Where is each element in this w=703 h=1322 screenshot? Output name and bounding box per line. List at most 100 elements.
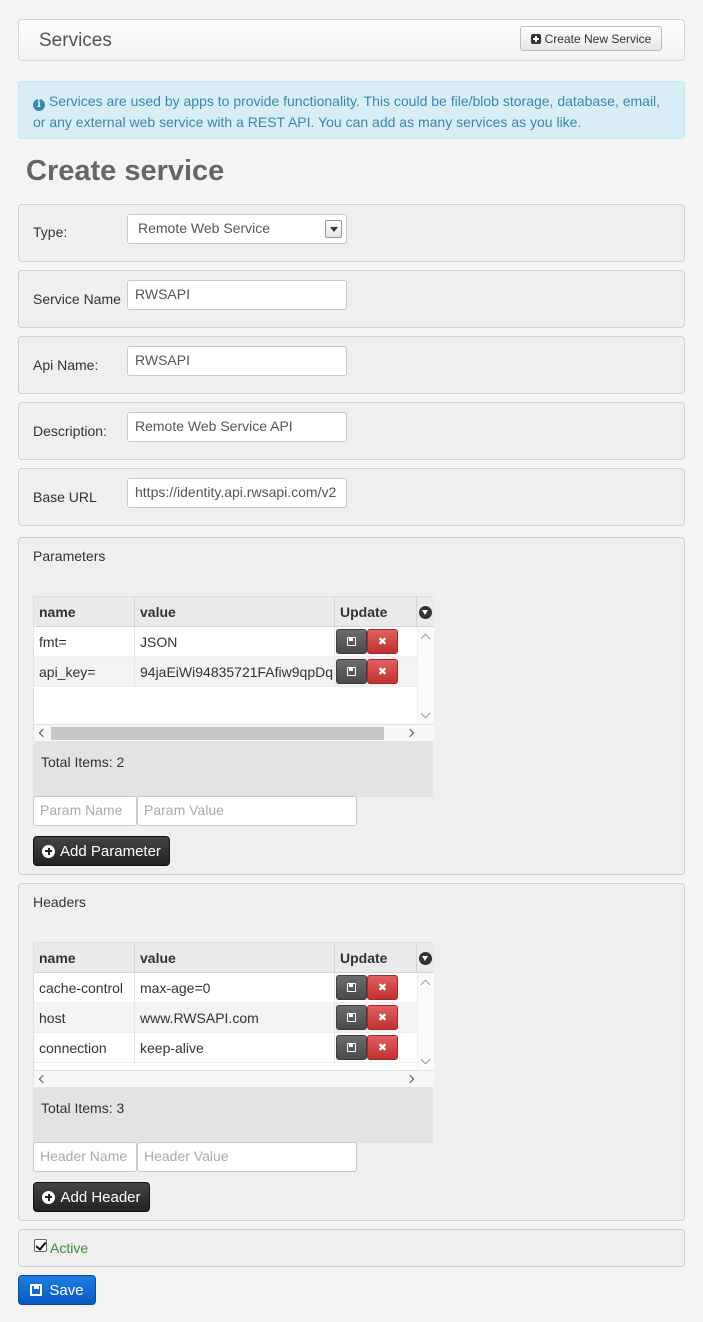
- horizontal-scrollbar[interactable]: [34, 724, 434, 741]
- column-menu-icon[interactable]: [419, 952, 432, 965]
- grid-header: name value Update: [34, 943, 434, 973]
- column-header-name[interactable]: name: [34, 597, 135, 627]
- column-header-update[interactable]: Update: [335, 943, 417, 973]
- plus-circle-icon: [42, 844, 56, 858]
- save-row-button[interactable]: [336, 629, 367, 654]
- param-value-input[interactable]: Param Value: [137, 796, 357, 826]
- table-row: cache-control max-age=0 ✖: [34, 973, 417, 1003]
- services-header-bar: Services Create New Service: [18, 19, 685, 61]
- floppy-disk-icon: [347, 1043, 356, 1052]
- header-name-input[interactable]: Header Name: [33, 1142, 137, 1172]
- save-row-button[interactable]: [336, 1005, 367, 1030]
- delete-row-button[interactable]: ✖: [367, 975, 398, 1000]
- header-value-cell[interactable]: www.RWSAPI.com: [135, 1003, 335, 1033]
- active-label[interactable]: Active: [50, 1240, 88, 1256]
- scroll-down-icon[interactable]: [420, 1054, 431, 1065]
- floppy-disk-icon: [347, 1013, 356, 1022]
- param-name-input[interactable]: Param Name: [33, 796, 137, 826]
- save-label: Save: [49, 1281, 84, 1299]
- grid-footer: Total Items: 2: [33, 741, 433, 797]
- add-header-button[interactable]: Add Header: [33, 1182, 150, 1212]
- header-value-cell[interactable]: keep-alive: [135, 1033, 335, 1063]
- vertical-scrollbar[interactable]: [417, 627, 434, 725]
- add-parameter-label: Add Parameter: [60, 842, 161, 860]
- scroll-right-icon[interactable]: [405, 728, 415, 738]
- plus-circle-icon: [42, 1190, 56, 1204]
- param-value-cell[interactable]: 94jaEiWi94835721FAfiw9qpDq: [135, 657, 335, 687]
- active-panel: Active: [18, 1229, 685, 1267]
- scroll-left-icon[interactable]: [38, 1074, 48, 1084]
- type-panel: Type: Remote Web Service: [18, 204, 685, 262]
- vertical-scrollbar[interactable]: [417, 973, 434, 1071]
- service-name-input[interactable]: RWSAPI: [127, 280, 347, 310]
- header-value-input[interactable]: Header Value: [137, 1142, 357, 1172]
- param-name-cell[interactable]: api_key=: [34, 657, 135, 687]
- column-header-value[interactable]: value: [135, 597, 335, 627]
- description-panel: Description: Remote Web Service API: [18, 402, 685, 460]
- close-icon: ✖: [377, 1012, 388, 1024]
- save-row-button[interactable]: [336, 1035, 367, 1060]
- service-name-panel: Service Name RWSAPI: [18, 270, 685, 328]
- parameters-panel: Parameters name value Update fmt= JSON ✖…: [18, 537, 685, 875]
- header-name-cell[interactable]: connection: [34, 1033, 135, 1063]
- close-icon: ✖: [377, 666, 388, 678]
- scroll-right-icon[interactable]: [405, 1074, 415, 1084]
- column-header-name[interactable]: name: [34, 943, 135, 973]
- create-new-service-label: Create New Service: [544, 31, 652, 46]
- horizontal-scrollbar[interactable]: [34, 1070, 434, 1087]
- add-parameter-button[interactable]: Add Parameter: [33, 836, 170, 866]
- column-header-value[interactable]: value: [135, 943, 335, 973]
- delete-row-button[interactable]: ✖: [367, 659, 398, 684]
- header-name-cell[interactable]: host: [34, 1003, 135, 1033]
- close-icon: ✖: [377, 636, 388, 648]
- active-checkbox[interactable]: [34, 1239, 47, 1252]
- description-input[interactable]: Remote Web Service API: [127, 412, 347, 442]
- table-row: api_key= 94jaEiWi94835721FAfiw9qpDq ✖: [34, 657, 417, 687]
- total-items: Total Items: 2: [41, 754, 125, 770]
- base-url-input[interactable]: https://identity.api.rwsapi.com/v2: [127, 478, 347, 508]
- close-icon: ✖: [377, 1042, 388, 1054]
- headers-title: Headers: [33, 894, 86, 910]
- base-url-panel: Base URL https://identity.api.rwsapi.com…: [18, 468, 685, 526]
- info-text: Services are used by apps to provide fun…: [33, 93, 661, 130]
- scroll-left-icon[interactable]: [38, 728, 48, 738]
- save-row-button[interactable]: [336, 975, 367, 1000]
- save-row-button[interactable]: [336, 659, 367, 684]
- grid-header: name value Update: [34, 597, 434, 627]
- table-row: fmt= JSON ✖: [34, 627, 417, 657]
- delete-row-button[interactable]: ✖: [367, 1035, 398, 1060]
- type-select[interactable]: Remote Web Service: [127, 214, 347, 244]
- param-value-cell[interactable]: JSON: [135, 627, 335, 657]
- parameters-grid: name value Update fmt= JSON ✖ api_key= 9…: [33, 596, 434, 741]
- page-header-title: Services: [39, 30, 112, 51]
- save-button[interactable]: Save: [18, 1275, 96, 1305]
- scroll-up-icon[interactable]: [420, 979, 431, 990]
- api-name-panel: Api Name: RWSAPI: [18, 336, 685, 394]
- delete-row-button[interactable]: ✖: [367, 1005, 398, 1030]
- description-label: Description:: [33, 423, 107, 439]
- scroll-down-icon[interactable]: [420, 708, 431, 719]
- header-name-cell[interactable]: cache-control: [34, 973, 135, 1003]
- param-name-cell[interactable]: fmt=: [34, 627, 135, 657]
- add-header-label: Add Header: [60, 1188, 141, 1206]
- column-header-update[interactable]: Update: [335, 597, 417, 627]
- type-label: Type:: [33, 224, 68, 240]
- api-name-input[interactable]: RWSAPI: [127, 346, 347, 376]
- floppy-disk-icon: [347, 667, 356, 676]
- service-name-label: Service Name: [33, 291, 121, 307]
- header-value-cell[interactable]: max-age=0: [135, 973, 335, 1003]
- type-select-value: Remote Web Service: [138, 220, 271, 236]
- column-menu-icon[interactable]: [419, 606, 432, 619]
- page-title: Create service: [26, 155, 225, 187]
- parameters-title: Parameters: [33, 548, 106, 564]
- table-row: connection keep-alive ✖: [34, 1033, 417, 1063]
- scrollbar-thumb[interactable]: [51, 727, 384, 740]
- chevron-down-icon: [325, 220, 342, 238]
- floppy-disk-icon: [347, 637, 356, 646]
- base-url-label: Base URL: [33, 489, 97, 505]
- create-new-service-button[interactable]: Create New Service: [520, 26, 662, 51]
- floppy-disk-icon: [30, 1284, 43, 1296]
- delete-row-button[interactable]: ✖: [367, 629, 398, 654]
- close-icon: ✖: [377, 982, 388, 994]
- scroll-up-icon[interactable]: [420, 633, 431, 644]
